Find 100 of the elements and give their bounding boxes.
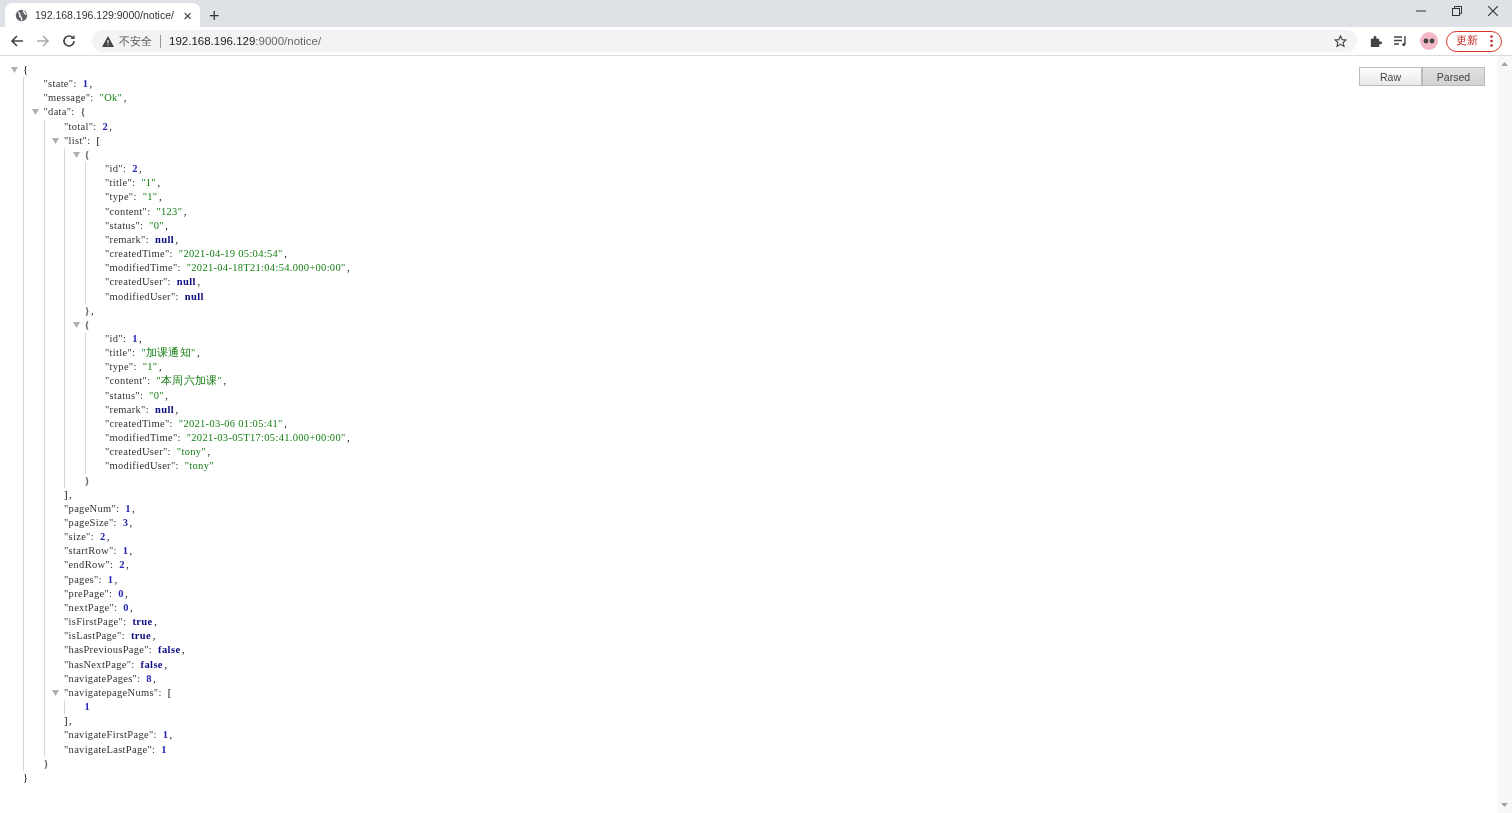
playlist-icon[interactable] [1394,35,1408,47]
json-key: "status": [105,388,144,403]
json-key: "isLastPage": [64,629,125,644]
json-value: 8 [146,671,152,686]
security-label[interactable]: 不安全 [119,33,152,49]
json-key: "id": [105,162,127,177]
collapse-toggle[interactable] [11,67,18,73]
json-key: "navigateLastPage": [64,742,156,757]
json-value: null [154,232,175,247]
json-key: "modifiedTime": [105,431,181,446]
comma: , [129,516,133,530]
collapse-toggle[interactable] [52,689,59,696]
json-value: 1 [162,728,168,743]
comma: , [164,657,168,672]
json-value: "1" [142,190,158,205]
globe-icon [15,8,28,22]
json-key: "createdTime": [105,416,173,432]
json-value: 0 [118,586,124,601]
comma: , [152,629,156,644]
comma: , [125,586,128,601]
json-value: 1 [107,572,114,587]
json-value: false [158,643,181,658]
star-icon[interactable] [1334,34,1347,48]
collapse-toggle[interactable] [72,151,80,158]
comma: , [197,346,200,361]
json-key: "createdUser": [105,445,171,460]
comma: , [183,204,187,219]
bracket: { [84,147,90,162]
json-key: "endRow": [64,558,114,573]
comma: , [207,445,210,460]
json-value: 1 [122,544,128,559]
json-key: "prePage": [64,586,113,601]
json-value: "2021-04-18T21:04:54.000+00:00" [186,261,346,276]
json-key: "remark": [105,232,149,248]
browser-tab[interactable]: 192.168.196.129:9000/notice/ × [5,3,200,27]
comma: , [129,544,133,559]
json-key: "nextPage": [64,600,118,616]
json-key: "id": [105,331,127,347]
comma: , [125,558,129,573]
comma: , [89,77,92,92]
bracket: { [80,105,86,120]
close-tab-button[interactable]: × [183,7,192,23]
json-key: "modifiedTime": [105,261,181,276]
close-icon[interactable] [1488,6,1498,16]
json-value: 2 [132,162,138,177]
view-toggle-button[interactable]: Parsed [1422,67,1485,86]
back-icon[interactable] [10,34,24,48]
json-key: "pageNum": [64,501,120,516]
json-value: null [184,289,204,304]
bracket: { [84,317,90,332]
json-key: "type": [105,360,137,375]
comma: , [165,388,168,403]
json-value: "Ok" [99,91,123,106]
comma: , [181,643,185,658]
comma: , [169,728,173,743]
collapse-toggle[interactable] [52,137,59,144]
bracket: } [84,303,90,318]
collapse-toggle[interactable] [72,321,80,328]
comma: , [154,615,157,630]
json-key: "type": [105,190,137,205]
warning-icon[interactable] [102,35,114,47]
collapse-toggle[interactable] [31,109,39,116]
new-tab-button[interactable]: + [205,7,224,25]
json-value: "加课通知" [141,346,196,361]
url-text[interactable]: 192.168.196.129:9000/notice/ [169,35,322,47]
bracket: [ [96,133,100,148]
comma: , [197,275,201,290]
json-key: "modifiedUser": [105,289,179,304]
comma: , [284,416,287,431]
comma: , [130,600,133,615]
json-value: "tony" [184,459,214,474]
comma: , [132,501,135,516]
comma: , [69,487,72,502]
comma: , [175,402,179,417]
json-value: 2 [119,558,125,573]
json-value: "tony" [176,445,206,460]
comma: , [284,247,287,262]
puzzle-icon[interactable] [1369,34,1382,48]
update-button[interactable]: 更新 [1446,30,1502,52]
json-value: "0" [149,218,164,233]
json-value: "123" [156,204,183,219]
json-key: "title": [105,346,136,361]
json-value: 1 [132,331,138,346]
comma: , [153,671,156,686]
json-value: 1 [125,501,131,516]
comma: , [69,714,72,729]
avatar-icon[interactable] [1420,32,1438,50]
comma: , [114,572,118,587]
comma: , [175,232,179,247]
address-bar[interactable]: 不安全 192.168.196.129:9000/notice/ [92,30,1357,52]
reload-icon[interactable] [62,34,76,48]
restore-icon[interactable] [1452,6,1462,16]
comma: , [347,261,350,276]
tab-title: 192.168.196.129:9000/notice/ [35,9,175,21]
json-key: "status": [105,218,144,233]
view-toggle-button[interactable]: Raw [1359,67,1422,86]
comma: , [158,190,162,205]
more-icon[interactable] [1490,35,1493,47]
json-key: "state": [43,77,77,92]
json-value: "1" [141,176,156,191]
